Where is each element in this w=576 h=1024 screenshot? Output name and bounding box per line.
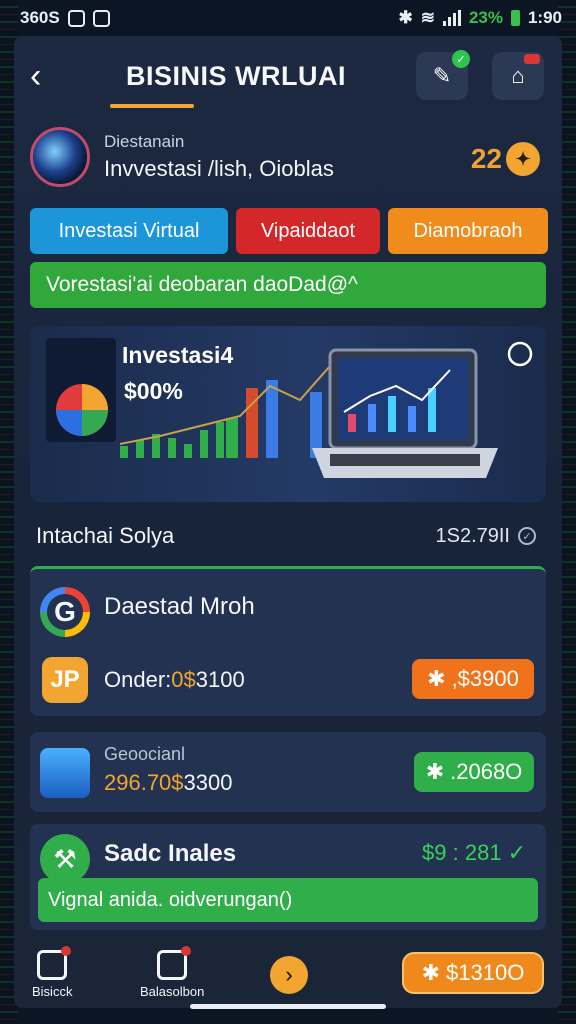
nav-item-balasolbon[interactable]: Balasolbon bbox=[140, 946, 205, 999]
tools-button[interactable]: ✎ ✓ bbox=[416, 50, 470, 100]
jp-badge-icon: JP bbox=[42, 657, 88, 703]
page-title: BISINIS WRLUAI bbox=[126, 60, 346, 91]
wifi-icon: ≋ bbox=[420, 8, 435, 27]
bottom-nav: Bisicck Balasolbon › ✱ $1310O bbox=[14, 940, 562, 1008]
balance-button[interactable]: ✱ $1310O bbox=[402, 952, 544, 994]
card2-detail: 296.70$3300 bbox=[104, 770, 233, 796]
gallery-notification-icon bbox=[92, 9, 110, 27]
status-bar: 360S ✱ ≋ 23% 1:90 bbox=[0, 0, 576, 36]
star-icon: ✱ bbox=[425, 759, 445, 784]
tab-vipaiddaot[interactable]: Vipaiddaot bbox=[236, 208, 380, 254]
balance-value: $1310O bbox=[446, 960, 525, 985]
card1-detail: Onder:0$3100 bbox=[104, 667, 245, 693]
card1-prefix: Onder: bbox=[104, 667, 172, 692]
globe-avatar-icon bbox=[30, 127, 90, 187]
status-left-text: 360S bbox=[20, 8, 60, 27]
card2-price-button[interactable]: ✱ .2068O bbox=[414, 752, 534, 792]
card3-title: Sadc Inales bbox=[104, 840, 237, 867]
bluetooth-icon: ✱ bbox=[398, 8, 413, 27]
card1-price-button[interactable]: ✱ ,$3900 bbox=[412, 659, 534, 699]
card2-highlight: $ bbox=[171, 770, 184, 795]
app-header: ‹ BISINIS WRLUAI ✎ ✓ ⌂ bbox=[14, 40, 562, 112]
book-icon bbox=[37, 946, 72, 980]
hero-banner[interactable]: Investasi4 $00% bbox=[30, 326, 546, 502]
card1-title: Daestad Mroh bbox=[104, 593, 255, 620]
tab-diamobraoh[interactable]: Diamobraoh bbox=[388, 208, 548, 254]
chevron-right-icon: › bbox=[285, 962, 293, 987]
investment-card-1[interactable]: G Daestad Mroh JP Onder:0$3100 ✱ ,$3900 bbox=[30, 566, 546, 716]
star-icon: ✱ bbox=[421, 960, 441, 985]
battery-icon bbox=[510, 10, 520, 26]
card3-value: $9 : 281 bbox=[422, 840, 502, 865]
check-icon: ✓ bbox=[507, 840, 526, 865]
section-value: 1S2.79II bbox=[435, 524, 510, 547]
battery-percent: 23% bbox=[468, 8, 503, 27]
card3-action-bar[interactable]: Vignal anida. oidverungan() bbox=[38, 878, 538, 922]
home-button[interactable]: ⌂ bbox=[492, 52, 544, 100]
investment-card-2[interactable]: Geoocianl 296.70$3300 ✱ .2068O bbox=[30, 732, 546, 812]
coin-icon: ✦ bbox=[506, 142, 540, 176]
forward-button[interactable]: › bbox=[270, 956, 308, 994]
profile-row[interactable]: Diestanain Invvestasi /lish, Oioblas 22 … bbox=[30, 124, 546, 190]
card1-highlight: 0$ bbox=[171, 667, 196, 692]
home-icon: ⌂ bbox=[511, 63, 525, 88]
clock: 1:90 bbox=[527, 8, 562, 27]
card2-prefix: 296.70 bbox=[104, 770, 172, 795]
tab-investasi-virtual[interactable]: Investasi Virtual bbox=[30, 208, 228, 254]
card3-value-group: $9 : 281 ✓ bbox=[422, 840, 526, 866]
coin-counter[interactable]: 22 ✦ bbox=[471, 142, 540, 176]
profile-subtitle: Diestanain bbox=[104, 132, 185, 151]
section-title: Intachai Solya bbox=[36, 523, 175, 548]
info-banner[interactable]: Vorestasi'ai deobaran daoDad@^ bbox=[30, 262, 546, 308]
signal-icon bbox=[442, 10, 461, 26]
category-tabs: Investasi Virtual Vipaiddaot Diamobraoh bbox=[30, 208, 548, 254]
back-arrow-icon[interactable]: ‹ bbox=[30, 57, 70, 96]
card2-suffix: 3300 bbox=[183, 770, 233, 795]
section-header: Intachai Solya 1S2.79II ✓ bbox=[36, 520, 536, 552]
card1-price: ,$3900 bbox=[451, 666, 519, 691]
nav-item-bisicck[interactable]: Bisicck bbox=[32, 946, 73, 999]
home-indicator[interactable] bbox=[190, 1004, 386, 1009]
card1-suffix: 3100 bbox=[195, 667, 245, 692]
document-card-icon bbox=[40, 748, 90, 798]
star-icon: ✱ bbox=[427, 666, 446, 691]
hero-title: Investasi4 bbox=[122, 342, 234, 368]
camera-icon bbox=[157, 946, 192, 980]
title-underline bbox=[110, 104, 194, 108]
profile-name: Invvestasi /lish, Oioblas bbox=[104, 156, 334, 181]
hero-value: $00% bbox=[124, 378, 183, 404]
card2-subtitle: Geoocianl bbox=[104, 744, 186, 764]
hero-illustration bbox=[46, 338, 533, 478]
nav-item1-label: Bisicck bbox=[32, 984, 73, 999]
notification-dot: ✓ bbox=[452, 50, 470, 68]
wrench-icon: ⚒ bbox=[40, 834, 90, 884]
section-value-group[interactable]: 1S2.79II ✓ bbox=[435, 525, 536, 548]
check-circle-icon: ✓ bbox=[518, 527, 536, 545]
card2-price: .2068O bbox=[450, 759, 523, 784]
wrench-icon: ✎ bbox=[432, 63, 452, 88]
app-notification-icon bbox=[67, 9, 85, 27]
coin-count: 22 bbox=[470, 143, 502, 174]
alert-badge bbox=[524, 54, 540, 64]
investment-card-3[interactable]: ⚒ Sadc Inales $9 : 281 ✓ Vignal anida. o… bbox=[30, 824, 546, 930]
nav-item2-label: Balasolbon bbox=[140, 984, 205, 999]
google-g-icon: G bbox=[40, 587, 90, 637]
